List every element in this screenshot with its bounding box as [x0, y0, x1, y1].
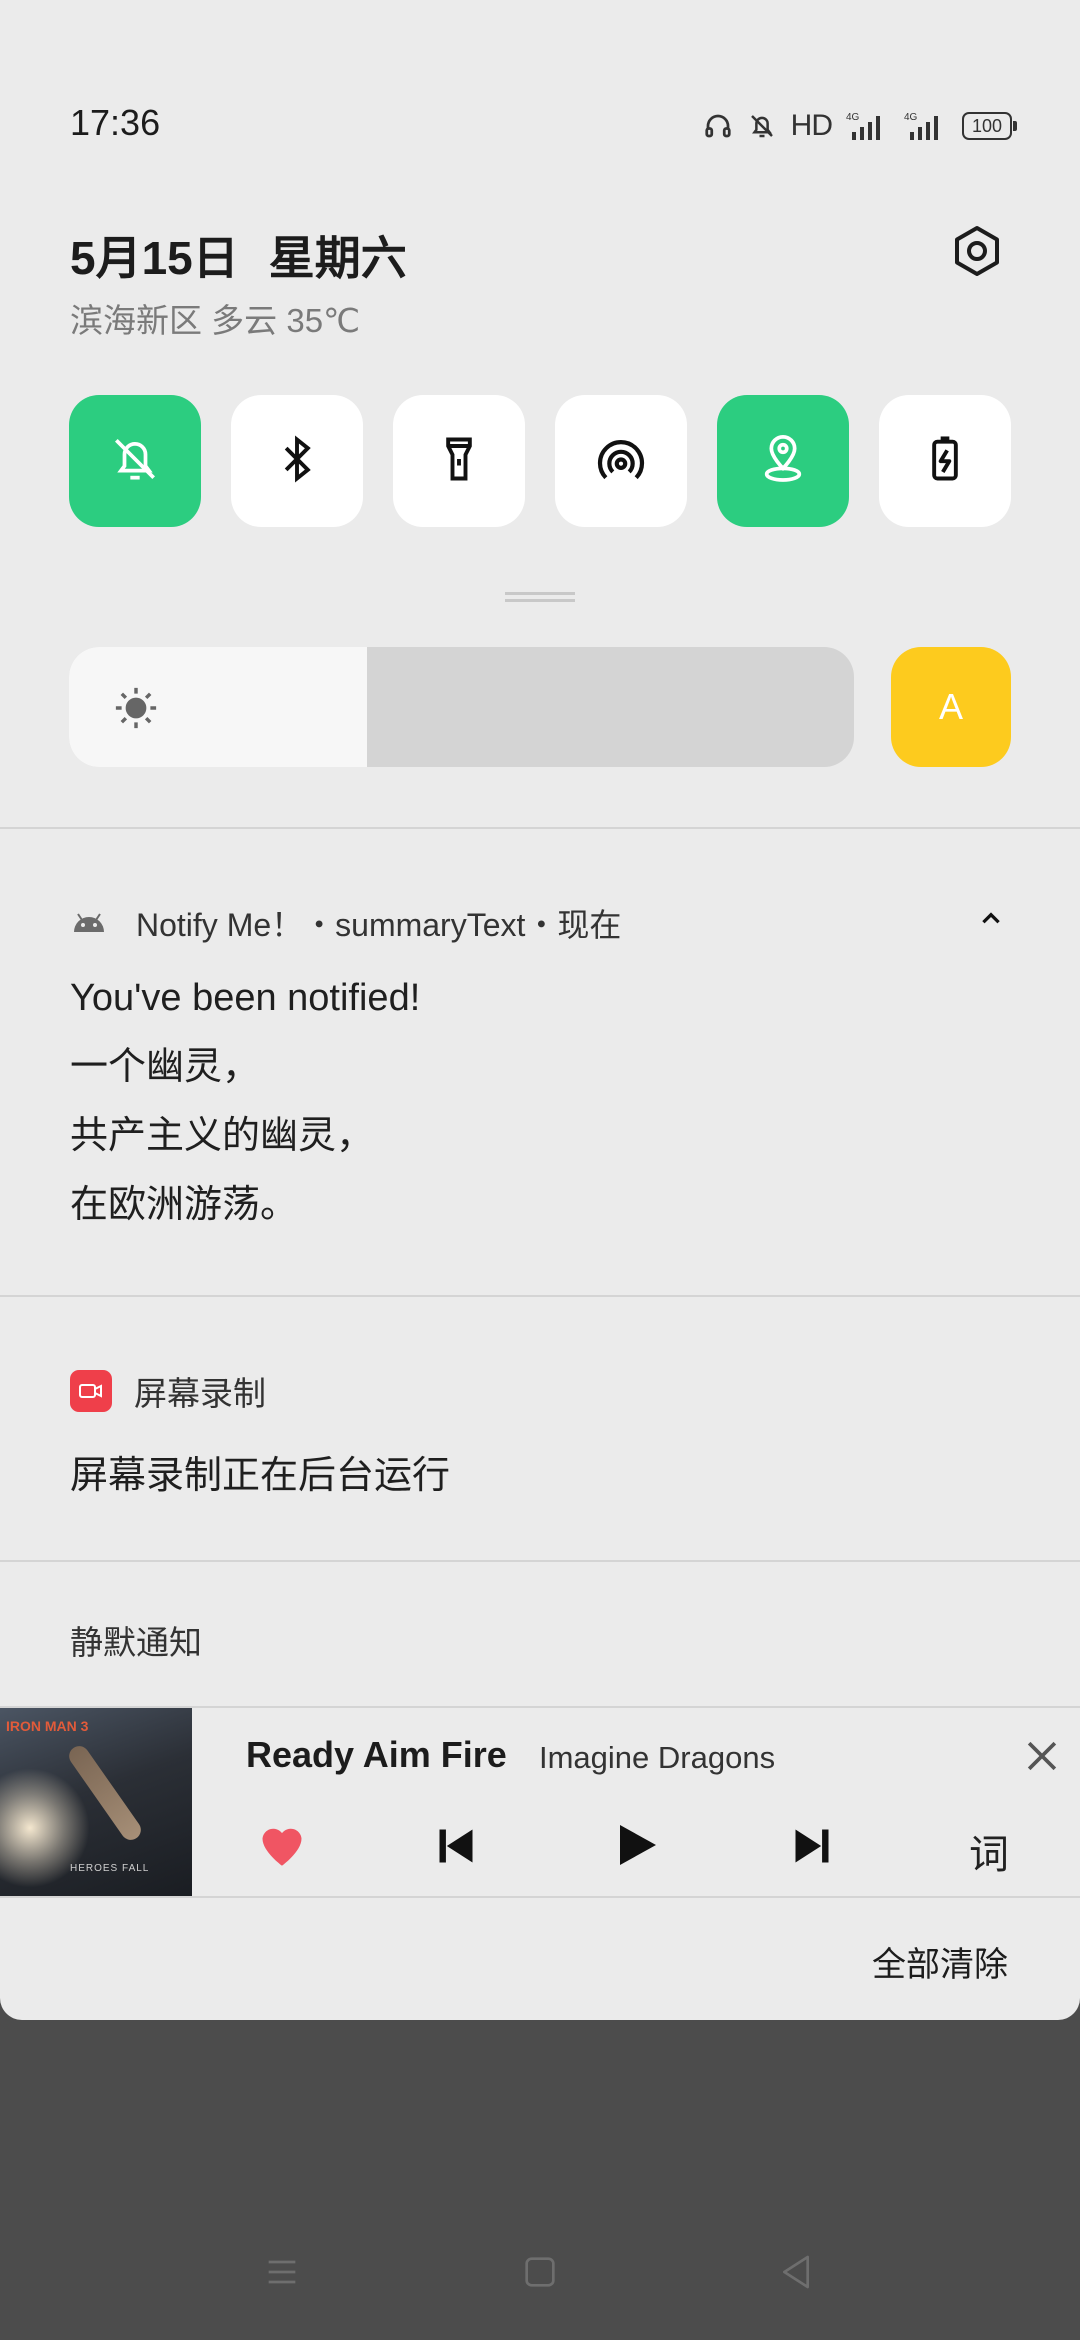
chevron-up-icon[interactable] — [978, 906, 1004, 937]
notification-line: 在欧洲游荡。 — [70, 1184, 299, 1226]
date-text: 5月15日 — [70, 232, 239, 284]
auto-brightness-button[interactable]: A — [891, 647, 1011, 767]
battery-charging-icon — [919, 433, 971, 490]
signal-4g-icon-1: 4G — [846, 110, 890, 142]
notification-line: 共产主义的幽灵， — [70, 1115, 375, 1157]
svg-text:4G: 4G — [846, 112, 860, 123]
notification-shade: 17:36 HD 4G 4G 100 5月15日星期六 滨海新区 多云 35℃ — [0, 0, 1080, 2020]
bell-off-status-icon — [747, 111, 777, 141]
hotspot-icon — [593, 431, 649, 492]
screen-record-icon — [70, 1370, 112, 1412]
menu-nav-icon[interactable] — [262, 2252, 302, 2297]
media-player[interactable]: IRON MAN 3 HEROES FALL Ready Aim Fire Im… — [0, 1706, 1080, 1898]
weekday-text: 星期六 — [268, 232, 407, 284]
previous-icon[interactable] — [434, 1824, 478, 1873]
album-cover: IRON MAN 3 HEROES FALL — [0, 1708, 192, 1896]
heart-icon[interactable] — [256, 1820, 308, 1873]
status-icons: HD 4G 4G 100 — [703, 104, 1017, 148]
notification-line: 一个幽灵， — [70, 1046, 261, 1088]
divider — [0, 827, 1080, 829]
weather-text[interactable]: 滨海新区 多云 35℃ — [70, 294, 360, 342]
song-title: Ready Aim Fire — [246, 1734, 507, 1775]
signal-4g-icon-2: 4G — [904, 110, 948, 142]
back-nav-icon[interactable] — [776, 2252, 816, 2297]
hd-indicator: HD — [790, 109, 833, 142]
home-nav-icon[interactable] — [520, 2252, 560, 2297]
next-icon[interactable] — [790, 1824, 834, 1873]
notification-line: You've been notified! — [70, 977, 421, 1019]
bluetooth-icon — [271, 433, 323, 490]
screen-record-text[interactable]: 屏幕录制正在后台运行 — [70, 1444, 450, 1499]
date-heading: 5月15日 星期六 — [70, 222, 437, 288]
settings-gear-icon[interactable] — [950, 224, 1004, 278]
android-icon — [70, 905, 108, 942]
lyrics-button[interactable]: 词 — [969, 1822, 1009, 1880]
drag-handle[interactable] — [505, 592, 575, 602]
screen-record-app-name: 屏幕录制 — [134, 1375, 266, 1412]
silent-notifications-label: 静默通知 — [70, 1624, 202, 1661]
clear-all-button[interactable]: 全部清除 — [872, 1937, 1008, 1986]
bell-off-icon — [107, 431, 163, 492]
toggle-flashlight[interactable] — [393, 395, 525, 527]
close-icon[interactable] — [1020, 1734, 1064, 1783]
toggle-silent[interactable] — [69, 395, 201, 527]
quick-toggles — [69, 395, 1011, 527]
toggle-hotspot[interactable] — [555, 395, 687, 527]
flashlight-icon — [433, 433, 485, 490]
toggle-location[interactable] — [717, 395, 849, 527]
status-time: 17:36 — [70, 102, 161, 143]
brightness-slider[interactable] — [69, 647, 854, 767]
divider — [0, 1295, 1080, 1297]
toggle-bluetooth[interactable] — [231, 395, 363, 527]
brightness-sun-icon — [113, 685, 159, 736]
location-icon — [755, 431, 811, 492]
notification-header: Notify Me！・summaryText・现在 — [70, 900, 621, 946]
play-icon[interactable] — [612, 1820, 660, 1875]
screen-record-header: 屏幕录制 — [70, 1367, 266, 1415]
headphones-icon — [703, 111, 733, 141]
svg-text:4G: 4G — [904, 112, 918, 123]
notification-header-text: Notify Me！・summaryText・现在 — [136, 907, 622, 943]
divider — [0, 1560, 1080, 1562]
toggle-battery-saver[interactable] — [879, 395, 1011, 527]
notification-body[interactable]: You've been notified! 一个幽灵， 共产主义的幽灵， 在欧洲… — [70, 970, 420, 1246]
battery-icon: 100 — [962, 112, 1017, 140]
song-artist: Imagine Dragons — [539, 1740, 776, 1775]
